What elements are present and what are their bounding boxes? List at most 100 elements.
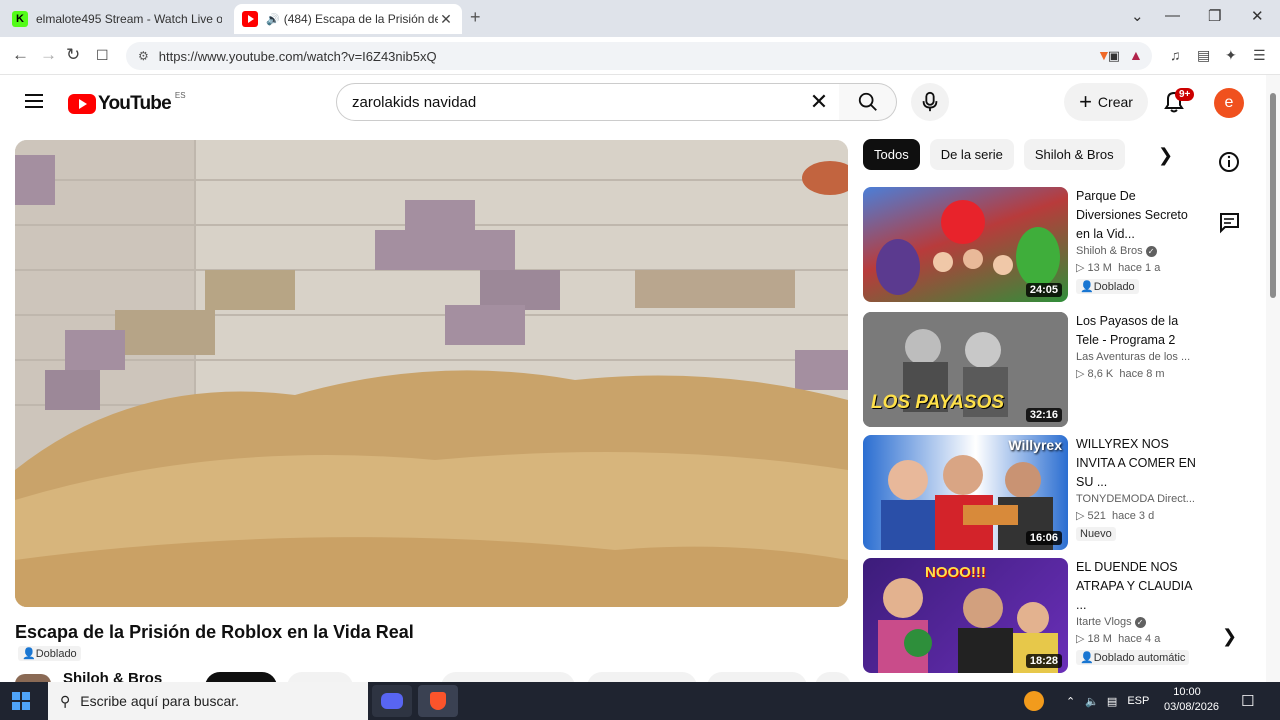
hamburger-menu-icon[interactable] — [25, 94, 43, 108]
forward-button[interactable]: → — [40, 45, 57, 65]
recommended-video[interactable]: LOS PAYASOS 32:16 Los Payasos de la Tele… — [863, 312, 1193, 427]
language-indicator[interactable]: ESP — [1127, 695, 1149, 707]
more-actions-button[interactable] — [815, 672, 851, 682]
scrollbar-thumb[interactable] — [1270, 93, 1276, 298]
view-count: 18 M — [1087, 633, 1112, 645]
create-button[interactable]: + Crear — [1064, 83, 1148, 121]
browser-menu-icon[interactable]: ☰ — [1253, 47, 1266, 64]
windows-start-icon[interactable] — [12, 692, 30, 710]
tab-kick-stream[interactable]: K elmalote495 Stream - Watch Live on — [4, 4, 230, 34]
youtube-header: YouTube ES zarolakids navidad ✕ + Crear … — [0, 75, 1266, 131]
plus-icon: + — [1079, 89, 1092, 114]
clear-search-icon[interactable]: ✕ — [799, 89, 839, 115]
discord-app-icon[interactable] — [372, 685, 412, 717]
youtube-play-icon — [68, 94, 96, 114]
taskbar-clock[interactable]: 10:00 03/08/2026 — [1164, 685, 1220, 715]
recommended-video[interactable]: NOOO!!! 18:28 EL DUENDE NOS ATRAPA Y CLA… — [863, 558, 1193, 673]
channel-name[interactable]: Shiloh & Bros — [63, 670, 162, 682]
youtube-logo[interactable]: YouTube ES — [68, 91, 186, 115]
chat-icon[interactable] — [1217, 210, 1241, 234]
video-thumbnail[interactable]: LOS PAYASOS 32:16 — [863, 312, 1068, 427]
media-icon[interactable]: ♫ — [1170, 47, 1181, 63]
site-settings-icon[interactable]: ⚙ — [138, 49, 149, 63]
speaker-icon[interactable]: 🔊 — [266, 13, 280, 26]
wallet-icon[interactable]: ▤ — [1197, 47, 1210, 64]
recommended-info: Parque De Diversiones Secreto en la Vid.… — [1076, 187, 1196, 295]
voice-search-button[interactable] — [911, 83, 949, 121]
download-button[interactable] — [707, 672, 807, 682]
create-label: Crear — [1097, 94, 1133, 110]
back-button[interactable]: ← — [12, 45, 29, 65]
recommended-channel: Itarte Vlogs ✓ — [1076, 616, 1196, 628]
recommended-title: WILLYREX NOS INVITA A COMER EN SU ... — [1076, 437, 1196, 489]
address-bar[interactable]: ⚙ https://www.youtube.com/watch?v=I6Z43n… — [126, 42, 1152, 70]
recommended-channel: Shiloh & Bros ✓ — [1076, 245, 1196, 257]
video-thumbnail[interactable]: NOOO!!! 18:28 — [863, 558, 1068, 673]
channel-name: Itarte Vlogs — [1076, 616, 1132, 628]
search-icon — [858, 92, 877, 111]
network-icon[interactable]: ▤ — [1107, 695, 1117, 708]
show-hidden-icons-icon[interactable]: ⌃ — [1066, 695, 1075, 708]
like-dislike-button[interactable] — [441, 672, 575, 682]
thumbnail-text: NOOO!!! — [925, 564, 986, 581]
search-input[interactable]: zarolakids navidad ✕ — [336, 83, 840, 121]
upload-age: hace 3 d — [1112, 510, 1155, 522]
share-button[interactable] — [587, 672, 697, 682]
video-thumbnail[interactable]: Willyrex 16:06 — [863, 435, 1068, 550]
next-chevron-icon[interactable]: ❯ — [1222, 626, 1237, 647]
brave-shield-icon[interactable]: ▼ — [1097, 47, 1111, 63]
info-icon[interactable] — [1217, 150, 1241, 174]
recommended-title: Parque De Diversiones Secreto en la Vid.… — [1076, 189, 1188, 241]
recommended-video[interactable]: 24:05 Parque De Diversiones Secreto en l… — [863, 187, 1193, 302]
recommended-video[interactable]: Willyrex 16:06 WILLYREX NOS INVITA A COM… — [863, 435, 1196, 550]
join-button[interactable] — [287, 672, 353, 682]
microphone-icon — [922, 91, 938, 112]
notifications-center-icon[interactable]: ☐ — [1241, 692, 1254, 710]
badge-label: Doblado — [1093, 281, 1135, 293]
chip-todos[interactable]: Todos — [863, 139, 920, 170]
verified-check-icon: ✓ — [1134, 616, 1146, 628]
brave-rewards-icon[interactable]: ▲ — [1129, 47, 1143, 63]
page-scrollbar[interactable] — [1266, 75, 1280, 682]
search-icon: ⚲ — [60, 692, 71, 709]
video-thumbnail[interactable]: 24:05 — [863, 187, 1068, 302]
tab-youtube-video[interactable]: 🔊 (484) Escapa de la Prisión de R ✕ — [234, 4, 462, 34]
minimize-button[interactable]: — — [1165, 7, 1180, 24]
notification-badge: 9+ — [1175, 88, 1195, 101]
tab-search-icon[interactable]: ⌄ — [1131, 7, 1144, 25]
channel-row: Shiloh & Bros — [15, 670, 855, 682]
brave-app-icon[interactable] — [418, 685, 458, 717]
subscribe-button[interactable] — [205, 672, 277, 682]
dubbed-badge: 👤Doblado — [18, 646, 81, 661]
bookmark-icon[interactable]: ☐ — [96, 47, 109, 64]
volume-icon[interactable]: 🔈 — [1085, 695, 1099, 708]
new-tab-button[interactable]: + — [470, 7, 481, 28]
leo-ai-icon[interactable]: ✦ — [1225, 47, 1237, 64]
chip-shiloh-bros[interactable]: Shiloh & Bros — [1023, 139, 1125, 170]
recommended-meta: ▷ 521 hace 3 d — [1076, 510, 1155, 522]
reload-button[interactable]: ↻ — [66, 45, 80, 65]
recommended-title: Los Payasos de la Tele - Programa 2 — [1076, 314, 1179, 347]
chevron-right-icon[interactable]: ❯ — [1158, 145, 1173, 166]
account-avatar[interactable]: e — [1214, 88, 1244, 118]
thumbnail-text: Willyrex — [1008, 437, 1062, 453]
recommended-info: Los Payasos de la Tele - Programa 2 Las … — [1076, 312, 1196, 380]
upload-age: hace 8 m — [1119, 368, 1165, 380]
taskbar-search[interactable]: ⚲ Escribe aquí para buscar. — [48, 682, 368, 720]
taskbar-search-placeholder: Escribe aquí para buscar. — [80, 693, 240, 709]
windows-taskbar: ⚲ Escribe aquí para buscar. ⌃ 🔈 ▤ ESP 10… — [0, 682, 1280, 720]
channel-avatar[interactable] — [15, 674, 51, 682]
youtube-favicon-icon — [242, 11, 258, 27]
video-player[interactable] — [15, 140, 848, 607]
close-window-button[interactable]: ✕ — [1251, 7, 1264, 25]
clock-date: 03/08/2026 — [1164, 701, 1220, 713]
close-tab-icon[interactable]: ✕ — [438, 11, 454, 28]
chip-de-la-serie[interactable]: De la serie — [929, 139, 1014, 170]
tab-title: elmalote495 Stream - Watch Live on — [36, 12, 222, 26]
dubbed-badge: 👤Doblado — [1076, 279, 1139, 294]
search-button[interactable] — [839, 83, 897, 121]
recommended-meta: ▷ 18 M hace 4 a — [1076, 633, 1161, 645]
duration-badge: 18:28 — [1025, 654, 1062, 668]
weather-icon[interactable] — [1024, 691, 1044, 711]
restore-button[interactable]: ❐ — [1208, 7, 1221, 25]
